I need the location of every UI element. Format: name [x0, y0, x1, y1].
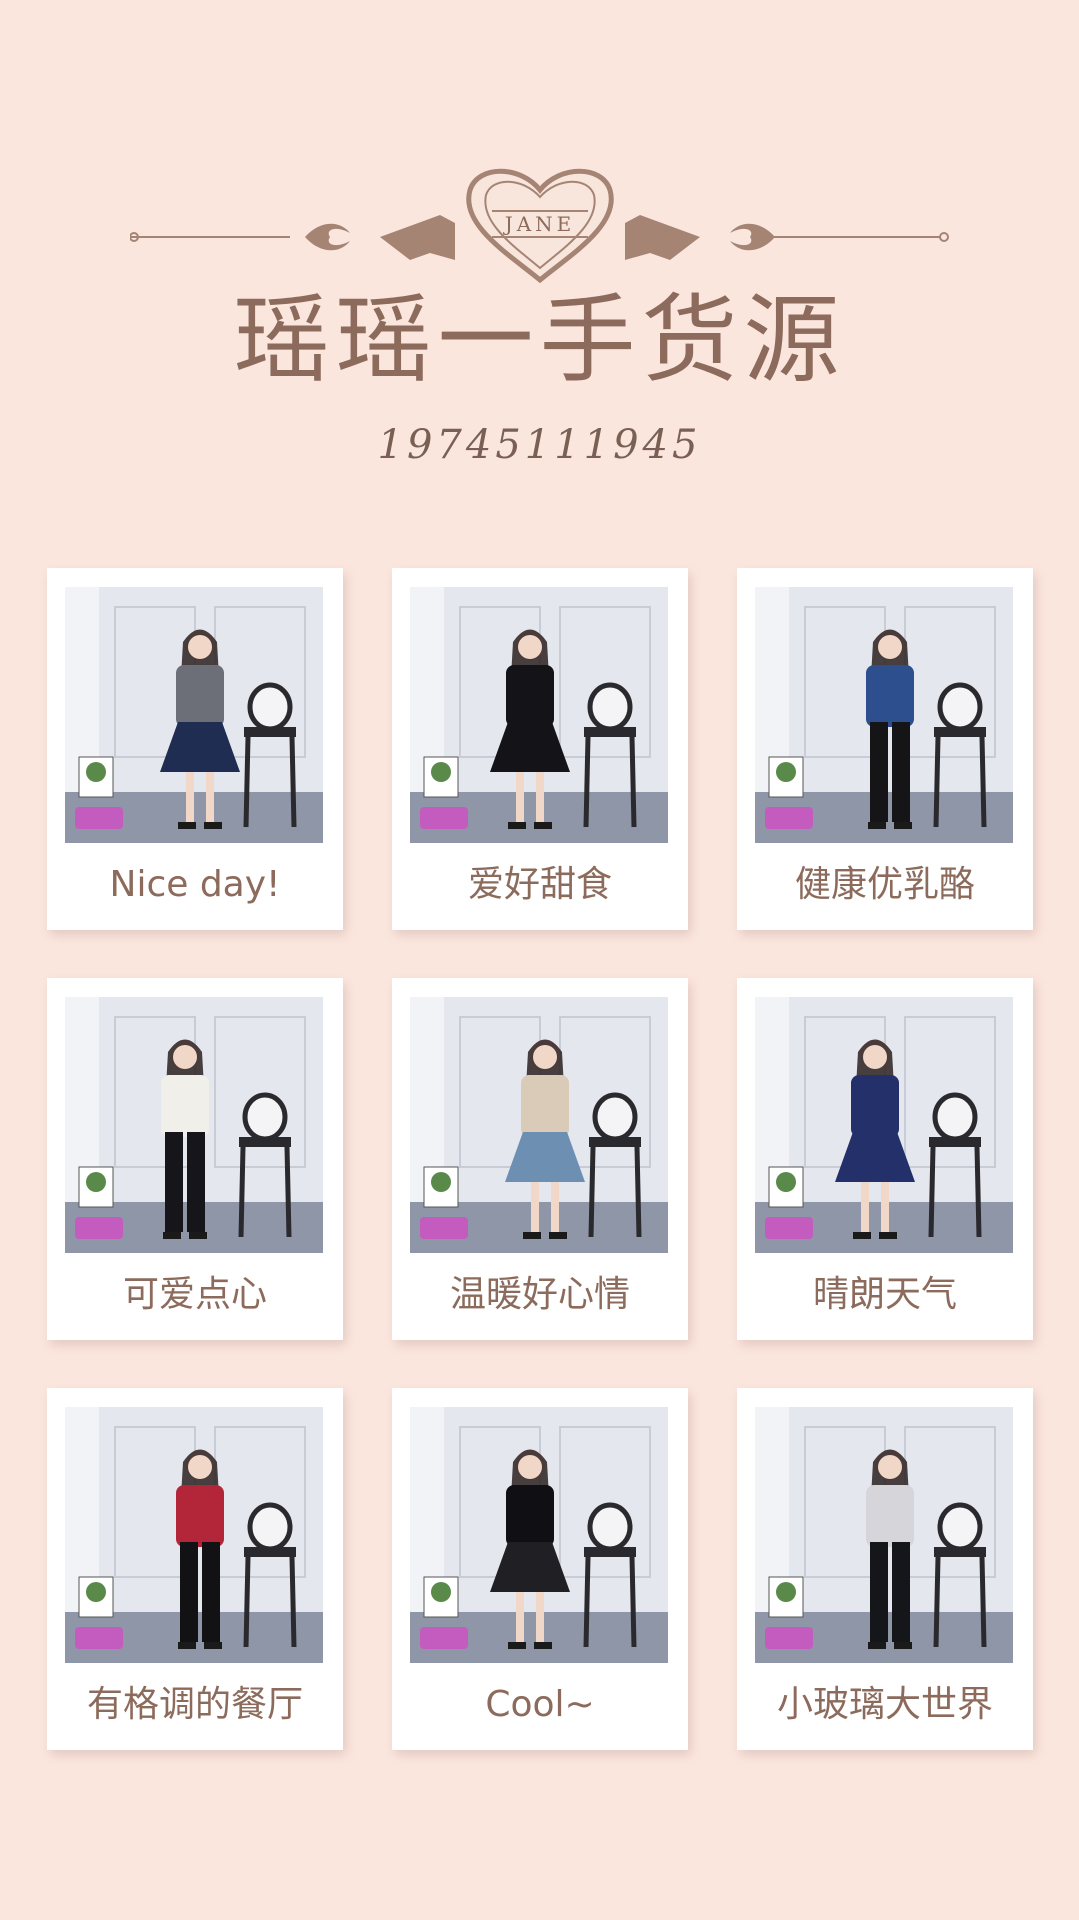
outfit-grid: Nice day! 爱好甜食 健康优乳酪 可爱点心 温暖好心情 晴朗天气 有格调… — [0, 0, 1079, 1920]
outfit-photo — [755, 1407, 1013, 1663]
outfit-label: 有格调的餐厅 — [86, 1684, 303, 1725]
outfit-card[interactable]: Cool~ — [392, 1388, 688, 1750]
outfit-card[interactable]: 健康优乳酪 — [737, 568, 1033, 930]
outfit-label: 健康优乳酪 — [794, 864, 975, 905]
outfit-label: Cool~ — [485, 1684, 595, 1725]
outfit-photo — [65, 1407, 323, 1663]
outfit-photo — [410, 587, 668, 843]
outfit-label: Nice day! — [109, 864, 281, 905]
outfit-card[interactable]: 晴朗天气 — [737, 978, 1033, 1340]
outfit-photo — [755, 587, 1013, 843]
outfit-card[interactable]: 爱好甜食 — [392, 568, 688, 930]
outfit-photo — [755, 997, 1013, 1253]
outfit-card[interactable]: Nice day! — [47, 568, 343, 930]
outfit-photo — [65, 587, 323, 843]
outfit-card[interactable]: 可爱点心 — [47, 978, 343, 1340]
outfit-label: 温暖好心情 — [449, 1274, 630, 1315]
outfit-label: 爱好甜食 — [467, 864, 612, 905]
outfit-photo — [410, 997, 668, 1253]
outfit-photo — [410, 1407, 668, 1663]
outfit-label: 小玻璃大世界 — [776, 1684, 993, 1725]
outfit-card[interactable]: 温暖好心情 — [392, 978, 688, 1340]
outfit-label: 晴朗天气 — [812, 1274, 957, 1315]
outfit-label: 可爱点心 — [122, 1274, 267, 1315]
outfit-card[interactable]: 有格调的餐厅 — [47, 1388, 343, 1750]
outfit-card[interactable]: 小玻璃大世界 — [737, 1388, 1033, 1750]
outfit-photo — [65, 997, 323, 1253]
